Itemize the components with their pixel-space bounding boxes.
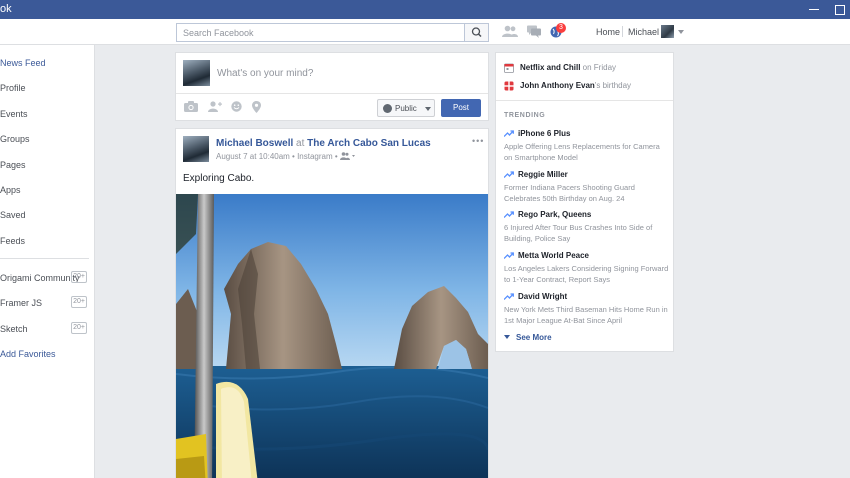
- birthday-name[interactable]: John Anthony Evan: [520, 81, 595, 90]
- sidebar-item-events[interactable]: Events: [0, 109, 28, 119]
- post-button[interactable]: Post: [441, 99, 481, 117]
- chevron-down-icon: [425, 107, 431, 111]
- trending-heading: TRENDING: [504, 112, 546, 119]
- avatar[interactable]: [183, 136, 209, 162]
- trending-description: Apple Offering Lens Replacements for Cam…: [504, 142, 660, 162]
- maximize-button[interactable]: [833, 2, 847, 16]
- location-icon[interactable]: [252, 101, 261, 113]
- sidebar-item-groups[interactable]: Groups: [0, 134, 30, 144]
- post-photo[interactable]: [176, 194, 488, 478]
- post-place-link[interactable]: The Arch Cabo San Lucas: [307, 138, 431, 149]
- privacy-selector[interactable]: Public: [377, 99, 435, 117]
- trending-arrow-icon: [504, 252, 514, 259]
- sidebar-item-saved[interactable]: Saved: [0, 210, 26, 220]
- friends-icon[interactable]: [502, 25, 518, 38]
- card-divider: [496, 100, 673, 101]
- search-box: [176, 23, 489, 42]
- home-link[interactable]: Home: [596, 27, 620, 37]
- post-photo-image: [176, 194, 488, 478]
- search-icon: [471, 27, 482, 38]
- profile-link[interactable]: Michael: [628, 27, 659, 37]
- trending-title[interactable]: Reggie Miller: [518, 170, 568, 179]
- chevron-down-icon: [504, 335, 510, 339]
- feed-post: Michael Boswell at The Arch Cabo San Luc…: [175, 128, 489, 478]
- privacy-label: Public: [395, 104, 417, 113]
- chevron-down-icon[interactable]: [678, 30, 684, 34]
- left-sidebar: News Feed Profile Events Groups Pages Ap…: [0, 45, 95, 478]
- window-title-bar: ok: [0, 0, 850, 19]
- top-navigation-bar: [0, 19, 850, 45]
- trending-arrow-icon: [504, 130, 514, 137]
- birthday-suffix: 's birthday: [594, 81, 632, 90]
- nav-divider: [622, 26, 623, 37]
- event-when: on Friday: [580, 63, 617, 72]
- event-reminder[interactable]: Netflix and Chill on Friday: [504, 63, 617, 73]
- audience-friends-icon[interactable]: [339, 152, 356, 160]
- composer-divider: [176, 93, 488, 94]
- sidebar-item-feeds[interactable]: Feeds: [0, 236, 25, 246]
- see-more-label: See More: [516, 333, 552, 342]
- right-sidebar-card: Netflix and Chill on Friday John Anthony…: [495, 52, 674, 352]
- sidebar-favorite-framer[interactable]: Framer JS: [0, 298, 42, 308]
- sidebar-count-badge: 20+: [71, 296, 87, 308]
- avatar: [183, 60, 210, 86]
- messages-icon[interactable]: [527, 25, 541, 38]
- sidebar-item-pages[interactable]: Pages: [0, 160, 26, 170]
- trending-title[interactable]: Metta World Peace: [518, 251, 589, 260]
- sidebar-item-news-feed[interactable]: News Feed: [0, 58, 46, 68]
- post-at-word: at: [296, 138, 305, 149]
- sidebar-divider: [0, 258, 89, 259]
- trending-arrow-icon: [504, 211, 514, 218]
- trending-arrow-icon: [504, 293, 514, 300]
- sidebar-item-profile[interactable]: Profile: [0, 83, 26, 93]
- post-text: Exploring Cabo.: [183, 173, 255, 184]
- status-input[interactable]: What's on your mind?: [217, 68, 313, 79]
- camera-icon[interactable]: [184, 101, 198, 112]
- sidebar-item-apps[interactable]: Apps: [0, 185, 21, 195]
- globe-icon: [383, 104, 392, 113]
- minimize-button[interactable]: [807, 2, 821, 16]
- trending-arrow-icon: [504, 171, 514, 178]
- window-title: ok: [0, 3, 12, 15]
- trending-description: Los Angeles Lakers Considering Signing F…: [504, 264, 669, 284]
- birthday-reminder[interactable]: John Anthony Evan's birthday: [504, 81, 632, 91]
- post-options-button[interactable]: •••: [472, 136, 484, 146]
- post-timestamp[interactable]: August 7 at 10:40am • Instagram •: [216, 152, 338, 161]
- see-more-link[interactable]: See More: [504, 333, 552, 342]
- calendar-icon: [504, 63, 514, 73]
- feeling-icon[interactable]: [231, 101, 242, 112]
- post-meta: August 7 at 10:40am • Instagram •: [216, 152, 356, 161]
- trending-description: New York Mets Third Baseman Hits Home Ru…: [504, 305, 668, 325]
- add-favorites-link[interactable]: Add Favorites: [0, 349, 56, 359]
- event-name[interactable]: Netflix and Chill: [520, 63, 580, 72]
- search-button[interactable]: [464, 24, 488, 41]
- sidebar-favorite-sketch[interactable]: Sketch: [0, 324, 28, 334]
- sidebar-count-badge: 20+: [71, 322, 87, 334]
- notification-badge: 3: [556, 23, 566, 33]
- avatar[interactable]: [661, 25, 674, 38]
- sidebar-favorite-origami[interactable]: Origami Community: [0, 273, 80, 283]
- trending-description: 6 Injured After Tour Bus Crashes Into Si…: [504, 223, 653, 243]
- trending-description: Former Indiana Pacers Shooting Guard Cel…: [504, 183, 635, 203]
- trending-title[interactable]: iPhone 6 Plus: [518, 129, 570, 138]
- search-input[interactable]: [177, 24, 465, 41]
- status-composer: What's on your mind? Public Post: [175, 52, 489, 121]
- trending-title[interactable]: Rego Park, Queens: [518, 210, 591, 219]
- gift-icon: [504, 81, 514, 91]
- tag-friends-icon[interactable]: [208, 101, 222, 112]
- post-author-link[interactable]: Michael Boswell: [216, 138, 293, 149]
- post-header: Michael Boswell at The Arch Cabo San Luc…: [216, 138, 431, 149]
- trending-title[interactable]: David Wright: [518, 292, 567, 301]
- sidebar-count-badge: 20+: [71, 271, 87, 283]
